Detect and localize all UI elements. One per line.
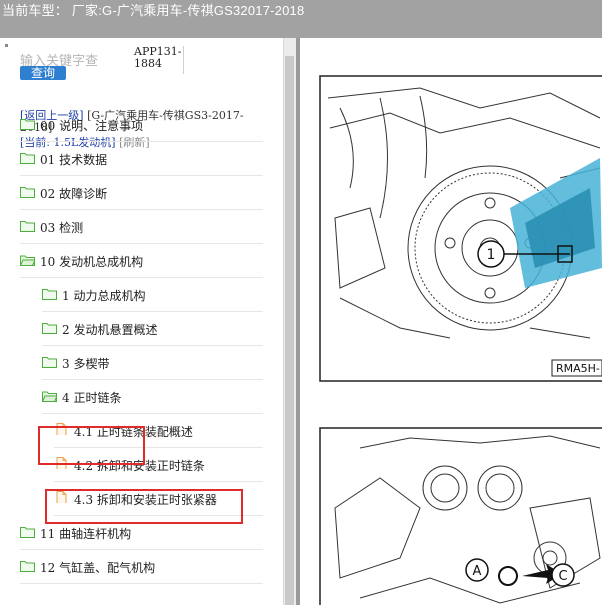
tree-item[interactable]: 10 发动机总成机构 (20, 245, 263, 278)
row-divider (20, 141, 263, 142)
app-code-separator (183, 46, 184, 74)
vehicle-title: 当前车型： 厂家:G-广汽乘用车-传祺GS32017-2018 (2, 3, 305, 18)
tree-item-label: 12 气缸盖、配气机构 (40, 561, 156, 575)
row-divider (20, 209, 263, 210)
row-divider (20, 243, 263, 244)
tree-item-label: 3 多楔带 (62, 357, 110, 371)
top-bar: 当前车型： 厂家:G-广汽乘用车-传祺GS32017-2018 (0, 0, 602, 38)
row-divider (42, 345, 263, 346)
tree-item-label: 03 检测 (40, 221, 84, 235)
tree-item[interactable]: 01 技术数据 (20, 143, 263, 176)
scrollbar-thumb[interactable] (285, 56, 294, 605)
tree-item-label: 00 说明、注意事项 (40, 119, 144, 133)
ref-code-label: RMA5H- (556, 362, 600, 375)
tree-item-label: 4 正时链条 (62, 391, 122, 405)
row-divider (42, 379, 263, 380)
tree-item[interactable]: 00 说明、注意事项 (20, 109, 263, 142)
search-button[interactable]: 查询 (20, 66, 66, 80)
engine-illustration: 1 RMA5H- A C (319, 75, 602, 605)
tree-item[interactable]: 02 故障诊断 (20, 177, 263, 210)
tree-item-label: 11 曲轴连杆机构 (40, 527, 132, 541)
tree-item[interactable]: 1 动力总成机构 (42, 279, 263, 312)
tree-item[interactable]: 12 气缸盖、配气机构 (20, 551, 263, 584)
tree-item[interactable]: 3 多楔带 (42, 347, 263, 380)
tree-item-label: 01 技术数据 (40, 153, 108, 167)
tree-item-label: 02 故障诊断 (40, 187, 108, 201)
left-panel: 输入关键字查 查询 APP131- 1884 [返回上一级] [G-广汽乘用车-… (0, 38, 283, 605)
row-divider (20, 277, 263, 278)
row-divider (42, 311, 263, 312)
panel-marker (5, 44, 8, 47)
app-code: APP131- 1884 (134, 46, 184, 70)
row-divider (20, 175, 263, 176)
row-divider (42, 413, 263, 414)
row-divider (20, 583, 263, 584)
row-divider (20, 549, 263, 550)
tree-item[interactable]: 03 检测 (20, 211, 263, 244)
row-divider (54, 481, 263, 482)
highlight-box-timing-chain (38, 426, 145, 465)
tree-item-label: 10 发动机总成机构 (40, 255, 144, 269)
tree-item[interactable]: 2 发动机悬置概述 (42, 313, 263, 346)
tree-item-label: 1 动力总成机构 (62, 289, 146, 303)
app-code-line2: 1884 (134, 57, 162, 70)
tree-item-label: 2 发动机悬置概述 (62, 323, 158, 337)
tree-item[interactable]: 4 正时链条 (42, 381, 263, 414)
document-viewer: 1 RMA5H- A C (300, 38, 602, 605)
callout-a-label: A (473, 564, 482, 579)
callout-c-label: C (558, 569, 567, 584)
callout-1-label: 1 (487, 247, 496, 263)
highlight-box-remove-install (45, 489, 243, 524)
